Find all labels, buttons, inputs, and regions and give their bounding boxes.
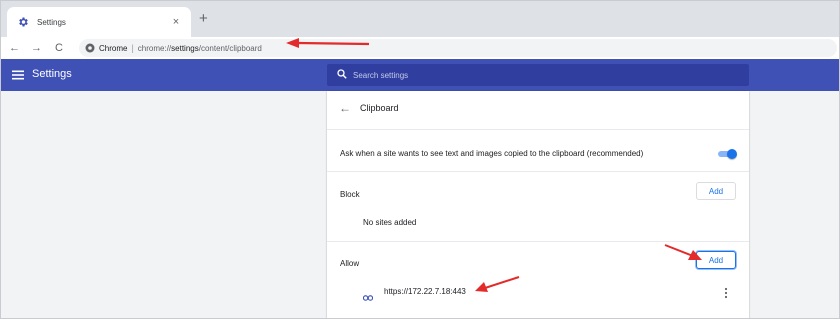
settings-content: ← Clipboard Ask when a site wants to see… — [1, 91, 839, 318]
allowed-site-url[interactable]: https://172.22.7.18:443 — [384, 287, 466, 296]
settings-gear-icon — [17, 16, 29, 28]
toggle-knob — [727, 149, 737, 159]
clipboard-card: ← Clipboard Ask when a site wants to see… — [327, 91, 749, 318]
url-prefix: chrome:// — [137, 43, 172, 53]
divider — [327, 171, 749, 172]
new-tab-button[interactable]: + — [199, 11, 208, 27]
ask-toggle[interactable] — [718, 149, 737, 159]
ask-label: Ask when a site wants to see text and im… — [340, 149, 644, 158]
divider — [327, 129, 749, 130]
block-label: Block — [340, 190, 360, 199]
header-title: Settings — [32, 68, 72, 80]
settings-header: Settings Search settings — [1, 59, 839, 91]
tab-title: Settings — [37, 17, 66, 27]
url-separator: | — [131, 43, 134, 53]
search-icon — [337, 66, 347, 84]
search-placeholder: Search settings — [353, 70, 409, 80]
chrome-chip-icon — [85, 43, 95, 53]
browser-window: Settings × + ← → C Chrome | chrome://set… — [0, 0, 840, 319]
reload-button[interactable]: C — [55, 40, 63, 56]
url-text: chrome://settings/content/clipboard — [138, 44, 262, 53]
block-empty-text: No sites added — [363, 218, 417, 227]
divider — [327, 241, 749, 242]
page-title: Clipboard — [360, 103, 399, 113]
close-tab-icon[interactable]: × — [169, 16, 183, 28]
hamburger-menu-icon[interactable] — [11, 68, 25, 82]
forward-button[interactable]: → — [31, 40, 42, 56]
tab-settings[interactable]: Settings × — [7, 7, 191, 37]
site-link-icon — [362, 288, 374, 301]
url-host: settings — [171, 43, 199, 53]
more-vert-icon[interactable] — [723, 286, 729, 299]
search-input[interactable]: Search settings — [327, 64, 749, 86]
block-add-button[interactable]: Add — [696, 182, 736, 200]
tab-strip: Settings × + — [1, 1, 839, 37]
back-arrow-icon[interactable]: ← — [339, 101, 351, 115]
url-path: /content/clipboard — [198, 43, 262, 53]
allow-add-button[interactable]: Add — [696, 251, 736, 269]
allow-label: Allow — [340, 259, 360, 268]
toolbar: ← → C Chrome | chrome://settings/content… — [1, 37, 839, 59]
back-button[interactable]: ← — [9, 40, 20, 56]
address-bar[interactable]: Chrome | chrome://settings/content/clipb… — [79, 39, 837, 57]
chrome-chip-label: Chrome — [99, 43, 128, 53]
